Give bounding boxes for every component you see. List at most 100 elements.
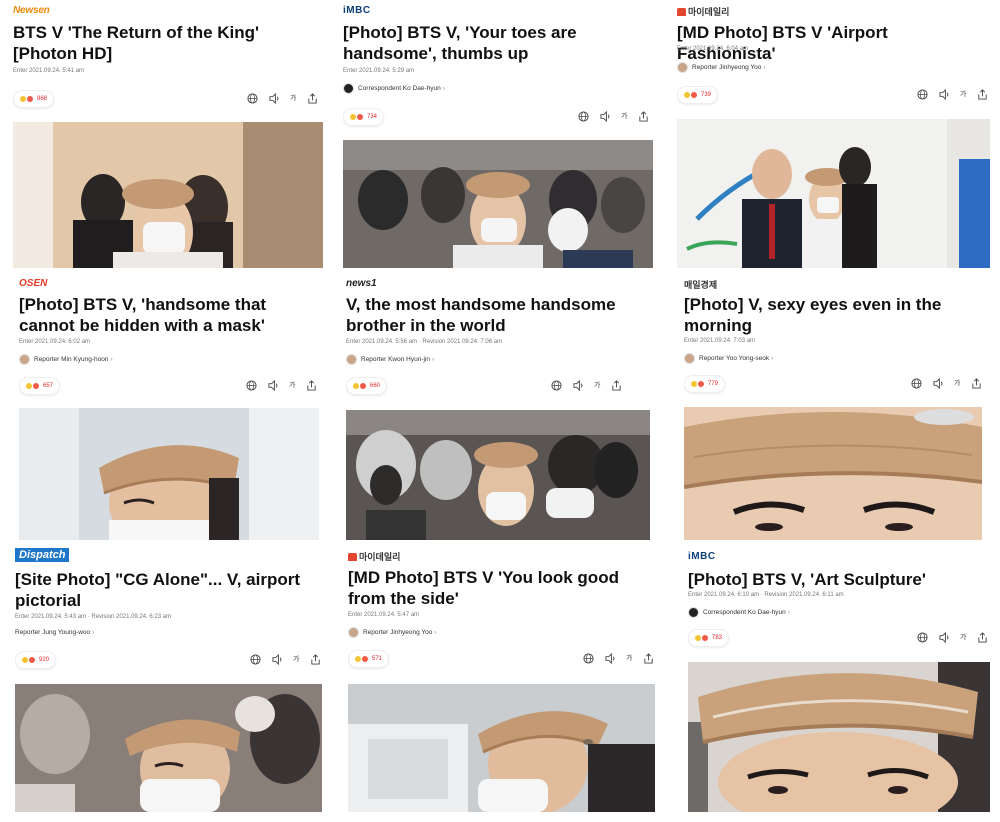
speaker-icon[interactable]: [267, 379, 279, 391]
reaction-button[interactable]: 920: [15, 651, 57, 669]
article-title[interactable]: [Photo] V, sexy eyes even in the morning: [684, 294, 982, 336]
reporter-link[interactable]: Reporter Jinhyeong Yoo ›: [348, 627, 437, 638]
share-icon[interactable]: [637, 110, 649, 122]
reaction-button[interactable]: 571: [348, 650, 390, 668]
share-icon[interactable]: [305, 379, 317, 391]
article-timestamp: Enter 2021.09.24. 5:41 am: [13, 68, 85, 74]
globe-icon[interactable]: [916, 88, 928, 100]
publisher-logo-mydaily[interactable]: 마이데일리: [677, 5, 729, 18]
share-icon[interactable]: [976, 631, 988, 643]
font-size-icon[interactable]: 가: [293, 653, 299, 665]
reaction-button[interactable]: 779: [684, 375, 726, 393]
article-photo[interactable]: [346, 410, 650, 540]
publisher-logo-maeil[interactable]: 매일경제: [684, 278, 717, 291]
speaker-icon[interactable]: [572, 379, 584, 391]
article-photo[interactable]: [684, 407, 982, 540]
reporter-link[interactable]: Reporter Jung Young-woo ›: [15, 629, 94, 636]
publisher-logo-dispatch[interactable]: Dispatch: [15, 548, 70, 562]
article-title[interactable]: [Site Photo] "CG Alone"... V, airport pi…: [15, 569, 322, 611]
article-photo[interactable]: [19, 408, 319, 540]
font-size-icon[interactable]: 가: [960, 88, 966, 100]
font-size-icon[interactable]: 가: [594, 379, 600, 391]
share-icon[interactable]: [642, 652, 654, 664]
font-size-icon[interactable]: 가: [960, 631, 966, 643]
publisher-logo-news1[interactable]: news1: [346, 278, 377, 289]
news-card-1[interactable]: Newsen BTS V 'The Return of the King' [P…: [13, 0, 323, 268]
font-size-icon[interactable]: 가: [626, 652, 632, 664]
article-title[interactable]: [Photo] BTS V, 'handsome that cannot be …: [19, 294, 319, 336]
reporter-link[interactable]: Correspondent Ko Dae-hyun ›: [688, 607, 790, 618]
news-card-5[interactable]: news1 V, the most handsome handsome brot…: [346, 276, 650, 540]
news-card-3[interactable]: 마이데일리 [MD Photo] BTS V 'Airport Fashioni…: [677, 0, 990, 268]
globe-icon[interactable]: [910, 377, 922, 389]
article-title[interactable]: [Photo] BTS V, 'Art Sculpture': [688, 569, 990, 590]
reporter-name: Reporter Kwon Hyun-jin: [361, 356, 431, 363]
reaction-count: 571: [372, 656, 383, 662]
font-size-icon[interactable]: 가: [954, 377, 960, 389]
publisher-logo-osen[interactable]: OSEN: [19, 278, 47, 289]
globe-icon[interactable]: [916, 631, 928, 643]
font-size-icon[interactable]: 가: [289, 379, 295, 391]
share-icon[interactable]: [306, 92, 318, 104]
publisher-logo-mydaily[interactable]: 마이데일리: [348, 550, 400, 563]
article-title[interactable]: [MD Photo] BTS V 'You look good from the…: [348, 567, 655, 609]
globe-icon[interactable]: [582, 652, 594, 664]
speaker-icon[interactable]: [938, 631, 950, 643]
reaction-button[interactable]: 783: [688, 629, 730, 647]
share-icon[interactable]: [309, 653, 321, 665]
speaker-icon[interactable]: [604, 652, 616, 664]
reaction-button[interactable]: 660: [346, 377, 388, 395]
article-photo[interactable]: [15, 684, 322, 812]
speaker-icon[interactable]: [932, 377, 944, 389]
share-icon[interactable]: [970, 377, 982, 389]
news-card-2[interactable]: iMBC [Photo] BTS V, 'Your toes are hands…: [343, 0, 653, 268]
share-icon[interactable]: [976, 88, 988, 100]
publisher-name: 마이데일리: [359, 552, 401, 562]
reporter-link[interactable]: Reporter Kwon Hyun-jin ›: [346, 354, 434, 365]
font-size-icon[interactable]: 가: [290, 92, 296, 104]
speaker-icon[interactable]: [271, 653, 283, 665]
publisher-logo-imbc[interactable]: iMBC: [343, 5, 371, 16]
reporter-link[interactable]: Reporter Jinhyeong Yoo ›: [677, 62, 766, 73]
reaction-button[interactable]: 868: [13, 90, 55, 108]
news-card-8[interactable]: 마이데일리 [MD Photo] BTS V 'You look good fr…: [348, 548, 655, 812]
globe-icon[interactable]: [245, 379, 257, 391]
reporter-link[interactable]: Reporter Yoo Yong-seok ›: [684, 353, 773, 364]
article-title[interactable]: V, the most handsome handsome brother in…: [346, 294, 650, 336]
news-card-4[interactable]: OSEN [Photo] BTS V, 'handsome that canno…: [19, 276, 319, 540]
article-title[interactable]: BTS V 'The Return of the King' [Photon H…: [13, 22, 323, 64]
reporter-link[interactable]: Reporter Min Kyung-hoon ›: [19, 354, 113, 365]
globe-icon[interactable]: [249, 653, 261, 665]
article-photo[interactable]: [677, 119, 990, 268]
chevron-right-icon: ›: [763, 64, 766, 71]
publisher-logo-newsen[interactable]: Newsen: [13, 5, 50, 16]
news-card-9[interactable]: iMBC [Photo] BTS V, 'Art Sculpture' Ente…: [688, 548, 990, 812]
speaker-icon[interactable]: [938, 88, 950, 100]
share-icon[interactable]: [610, 379, 622, 391]
article-title[interactable]: [MD Photo] BTS V 'Airport Fashionista': [677, 22, 990, 64]
globe-icon[interactable]: [550, 379, 562, 391]
article-title[interactable]: [Photo] BTS V, 'Your toes are handsome',…: [343, 22, 653, 64]
article-photo[interactable]: [688, 662, 990, 812]
reaction-button[interactable]: 734: [343, 108, 385, 126]
news-card-6[interactable]: 매일경제 [Photo] V, sexy eyes even in the mo…: [684, 276, 982, 540]
publisher-logo-imbc[interactable]: iMBC: [688, 551, 716, 562]
news-card-7[interactable]: Dispatch [Site Photo] "CG Alone"... V, a…: [15, 548, 322, 812]
speaker-icon[interactable]: [268, 92, 280, 104]
article-photo[interactable]: [343, 140, 653, 268]
emoji-laugh-icon: [695, 635, 701, 641]
avatar: [346, 354, 357, 365]
reaction-count: 783: [712, 635, 723, 641]
reporter-link[interactable]: Correspondent Ko Dae-hyun ›: [343, 83, 445, 94]
emoji-laugh-icon: [26, 383, 32, 389]
reaction-button[interactable]: 739: [677, 86, 719, 104]
article-photo[interactable]: [348, 684, 655, 812]
chevron-right-icon: ›: [434, 629, 437, 636]
globe-icon[interactable]: [246, 92, 258, 104]
avatar: [684, 353, 695, 364]
article-photo[interactable]: [13, 122, 323, 268]
globe-icon[interactable]: [577, 110, 589, 122]
reaction-button[interactable]: 657: [19, 377, 61, 395]
font-size-icon[interactable]: 가: [621, 110, 627, 122]
speaker-icon[interactable]: [599, 110, 611, 122]
